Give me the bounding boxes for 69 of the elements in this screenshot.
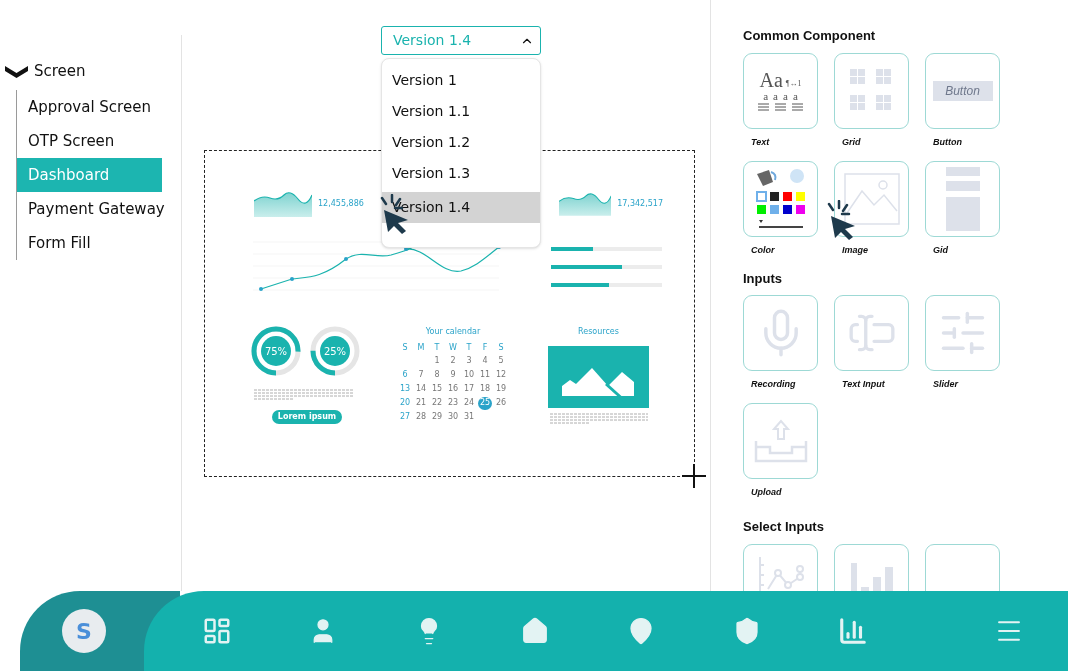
calendar-day: 4 [478,354,492,368]
component-label: Upload [750,486,783,499]
component-label: Color [750,243,776,257]
calendar-day: 19 [494,382,508,396]
sidebar-item[interactable]: OTP Screen [17,124,162,158]
component-card[interactable]: Aa¶↔1 a a a a [743,52,818,129]
calendar-day: 25 [478,396,492,410]
calendar-day: 26 [494,396,508,410]
weekday-label: S [497,341,505,354]
weekday-label: M [416,341,426,354]
component-label: Image [841,243,869,257]
component-label: Text [750,135,771,149]
calendar-day: 13 [398,382,412,396]
calendar-day: 2 [446,354,460,368]
component-label: Slider [932,378,960,391]
calendar-day: 16 [446,382,460,396]
calendar-title: Your calendar [425,326,481,338]
calendar-day: 8 [430,368,444,382]
weekday-label: T [433,341,441,354]
calendar-day: 21 [414,396,428,410]
component-label: Recording [750,378,797,391]
calendar-day: 1 [430,354,444,368]
donut-percent: 75% [261,336,291,366]
calendar-day: 24 [462,396,476,410]
calendar-day: 10 [462,368,476,382]
section-title: Inputs [743,269,783,288]
calendar-day: 28 [414,410,428,424]
calendar-day: 7 [414,368,428,382]
section-title: Select Inputs [743,518,825,536]
calendar-day: 31 [462,410,476,424]
calendar-day: 18 [478,382,492,396]
component-label: Text Input [841,378,886,391]
dropdown-option[interactable]: Version 1 [382,65,540,96]
calendar-day: 14 [414,382,428,396]
weekday-label: T [465,341,473,354]
calendar-day: 22 [430,396,444,410]
calendar-day: 17 [462,382,476,396]
sidebar-item[interactable]: Payment Gateway [17,192,162,226]
calendar-day: 3 [462,354,476,368]
weekday-label: F [481,341,489,354]
calendar-day: 6 [398,368,412,382]
component-label: Grid [841,135,862,149]
sidebar-item[interactable]: Approval Screen [17,90,162,124]
stat-value: 17,342,517 [617,198,663,210]
dropdown-option[interactable]: Version 1.3 [382,158,540,189]
component-label: Button [932,135,963,149]
stat-value: 12,455,886 [318,198,364,210]
weekday-label: W [448,341,458,354]
calendar-day: 30 [446,410,460,424]
component-label: Gid [932,243,949,257]
weekday-label: S [401,341,409,354]
calendar-day: 29 [430,410,444,424]
component-card[interactable]: Button [925,52,1000,129]
tree-folder-label[interactable]: Screen [34,59,86,83]
calendar-day: 23 [446,396,460,410]
calendar-day: 9 [446,368,460,382]
dropdown-option[interactable]: Version 1.1 [382,96,540,127]
calendar-day: 5 [494,354,508,368]
section-title: Common Component [743,27,877,45]
donut-percent: 25% [320,336,350,366]
resources-title: Resources [578,326,619,338]
calendar-day: 15 [430,382,444,396]
calendar-day: 11 [478,368,492,382]
dropdown-option[interactable]: Version 1.2 [382,127,540,158]
calendar-day: 20 [398,396,412,410]
button-preview: Button [932,80,993,101]
calendar-day: 27 [398,410,412,424]
calendar-day: 12 [494,368,508,382]
sidebar-item[interactable]: Form Fill [17,226,162,260]
